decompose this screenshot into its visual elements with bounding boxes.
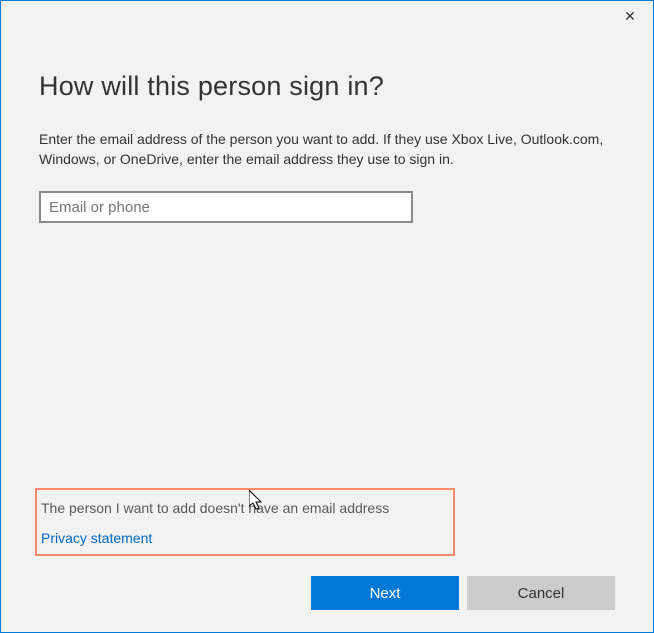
titlebar: ✕ bbox=[1, 1, 653, 31]
privacy-statement-link[interactable]: Privacy statement bbox=[41, 530, 152, 546]
bottom-area: The person I want to add doesn't have an… bbox=[1, 488, 653, 632]
page-heading: How will this person sign in? bbox=[39, 71, 615, 102]
no-email-link[interactable]: The person I want to add doesn't have an… bbox=[41, 500, 449, 516]
button-row: Next Cancel bbox=[39, 576, 615, 610]
close-icon: ✕ bbox=[624, 8, 636, 25]
dialog-content: How will this person sign in? Enter the … bbox=[1, 31, 653, 223]
email-input[interactable] bbox=[39, 191, 413, 223]
highlight-annotation: The person I want to add doesn't have an… bbox=[35, 488, 455, 556]
page-description: Enter the email address of the person yo… bbox=[39, 130, 615, 169]
next-button[interactable]: Next bbox=[311, 576, 459, 610]
cancel-button[interactable]: Cancel bbox=[467, 576, 615, 610]
close-button[interactable]: ✕ bbox=[607, 1, 653, 31]
dialog-window: ✕ How will this person sign in? Enter th… bbox=[0, 0, 654, 633]
